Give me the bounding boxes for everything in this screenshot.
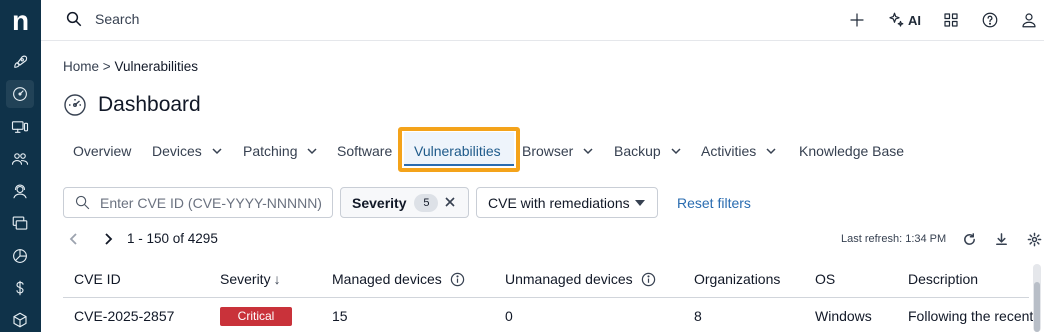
users-icon[interactable]: [10, 149, 30, 169]
tab-knowledge-base[interactable]: Knowledge Base: [799, 136, 904, 166]
tab-label: Browser: [522, 143, 574, 159]
column-header-os[interactable]: OS: [815, 271, 835, 287]
search-icon[interactable]: [65, 10, 83, 28]
column-header-label: OS: [815, 271, 836, 287]
dashboard-gauge-icon: [64, 94, 86, 116]
sort-down-icon: ↓: [273, 271, 281, 287]
cell-cve-id[interactable]: CVE-2025-2857: [74, 308, 174, 324]
cell-unmanaged-devices: 0: [505, 308, 513, 324]
search-icon: [75, 195, 90, 210]
dollar-icon[interactable]: [10, 278, 30, 298]
tab-activities[interactable]: Activities: [701, 136, 777, 166]
page-header: Dashboard: [63, 93, 201, 117]
cell-os: Windows: [815, 308, 872, 324]
brand-logo[interactable]: n: [7, 7, 34, 35]
close-icon[interactable]: [443, 195, 457, 209]
tab-label: Devices: [152, 143, 202, 159]
chevron-down-icon: [212, 148, 222, 155]
tab-label: Knowledge Base: [799, 143, 905, 159]
chevron-down-icon: [307, 148, 318, 155]
severity-filter-chip[interactable]: Severity 5: [340, 187, 469, 218]
global-search-input[interactable]: Search: [95, 11, 139, 27]
package-icon[interactable]: [10, 310, 30, 330]
column-header-managed-devices[interactable]: Managed devices: [332, 271, 465, 287]
tab-backup[interactable]: Backup: [614, 136, 682, 166]
pie-chart-icon[interactable]: [10, 246, 30, 266]
column-header-severity[interactable]: Severity ↓: [220, 271, 281, 287]
info-icon[interactable]: [641, 272, 656, 287]
breadcrumb: Home > Vulnerabilities: [63, 59, 198, 74]
refresh-icon[interactable]: [962, 232, 977, 247]
ai-label: AI: [908, 12, 921, 28]
devices-icon[interactable]: [10, 117, 30, 137]
cell-description: Following the recent: [908, 308, 1034, 324]
page-title: Dashboard: [98, 93, 201, 116]
tab-label: Software: [337, 143, 393, 159]
severity-badge: Critical: [220, 307, 292, 326]
download-icon[interactable]: [994, 232, 1009, 247]
column-header-unmanaged-devices[interactable]: Unmanaged devices: [505, 271, 656, 287]
column-header-label: CVE ID: [74, 271, 121, 287]
left-navigation-rail: n: [0, 0, 41, 332]
severity-filter-count: 5: [414, 193, 439, 212]
settings-gear-icon[interactable]: [1027, 232, 1042, 247]
column-header-description[interactable]: Description: [908, 271, 978, 287]
severity-filter-label: Severity: [352, 194, 407, 211]
pagination-range: 1 - 150 of 4295: [127, 231, 218, 246]
chevron-right-icon[interactable]: [100, 231, 116, 247]
help-icon[interactable]: [981, 10, 999, 30]
top-bar: Search AI: [41, 0, 1044, 41]
breadcrumb-home[interactable]: Home: [63, 59, 99, 74]
tab-label: Patching: [243, 143, 298, 159]
info-icon[interactable]: [450, 272, 465, 287]
tab-patching[interactable]: Patching: [243, 136, 318, 166]
chevron-left-icon[interactable]: [66, 231, 82, 247]
column-header-cve-id[interactable]: CVE ID: [74, 271, 121, 287]
cell-managed-devices: 15: [332, 308, 348, 324]
breadcrumb-current: Vulnerabilities: [114, 59, 198, 74]
windows-icon[interactable]: [10, 213, 30, 233]
column-header-label: Severity: [220, 271, 271, 287]
support-agent-icon[interactable]: [10, 181, 30, 201]
highlight-outline: [398, 127, 520, 172]
chevron-down-icon: [583, 148, 593, 155]
column-header-label: Managed devices: [332, 271, 442, 287]
caret-down-icon: [635, 200, 645, 206]
apps-grid-icon[interactable]: [942, 10, 960, 30]
chevron-down-icon: [766, 148, 776, 155]
cve-search-input[interactable]: Enter CVE ID (CVE-YYYY-NNNNN): [63, 187, 333, 218]
column-header-label: Unmanaged devices: [505, 271, 633, 287]
reset-filters-link[interactable]: Reset filters: [677, 195, 751, 211]
tab-software[interactable]: Software: [337, 136, 392, 166]
tab-label: Activities: [701, 143, 757, 159]
last-refresh-text: Last refresh: 1:34 PM: [841, 233, 947, 245]
plus-icon[interactable]: [848, 10, 866, 30]
table-scrollbar-thumb[interactable]: [1034, 282, 1040, 332]
tab-browser[interactable]: Browser: [522, 136, 594, 166]
column-header-label: Organizations: [694, 271, 781, 287]
cve-search-placeholder: Enter CVE ID (CVE-YYYY-NNNNN): [100, 194, 322, 211]
cve-select-value: CVE with remediations: [488, 194, 630, 211]
table-header-divider: [63, 297, 1029, 298]
cve-remediation-select[interactable]: CVE with remediations: [476, 187, 658, 218]
chevron-down-icon: [671, 148, 681, 155]
tab-label: Overview: [73, 143, 132, 159]
dashboard-gauge-icon[interactable]: [6, 80, 34, 108]
cell-organizations: 8: [694, 308, 702, 324]
tab-label: Backup: [614, 143, 661, 159]
tab-overview[interactable]: Overview: [73, 136, 131, 166]
user-icon[interactable]: [1020, 10, 1038, 30]
tab-devices[interactable]: Devices: [152, 136, 223, 166]
rocket-icon[interactable]: [10, 52, 30, 72]
column-header-label: Description: [908, 271, 979, 287]
ai-assistant-button[interactable]: AI: [887, 10, 921, 30]
column-header-organizations[interactable]: Organizations: [694, 271, 780, 287]
breadcrumb-separator: >: [102, 59, 111, 74]
ai-sparkle-icon: [889, 12, 904, 27]
